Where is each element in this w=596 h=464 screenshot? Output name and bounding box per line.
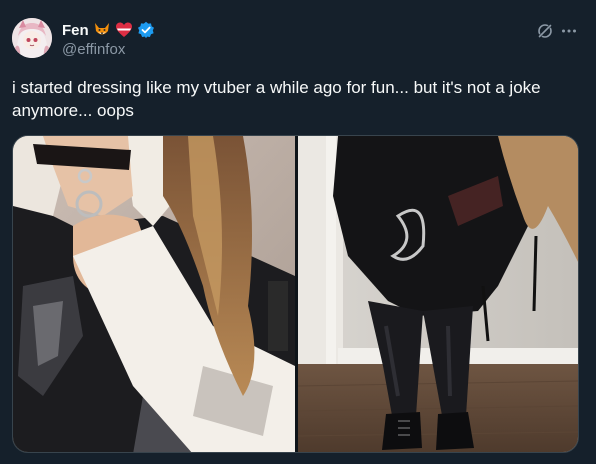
display-name[interactable]: Fen bbox=[62, 22, 89, 39]
more-icon[interactable] bbox=[560, 22, 578, 40]
grok-icon[interactable] bbox=[536, 22, 554, 40]
tweet: Fen @effinfox i started dressing like my… bbox=[0, 0, 596, 464]
fox-emoji-icon bbox=[93, 21, 111, 39]
author-handle[interactable]: @effinfox bbox=[62, 41, 125, 58]
tweet-text: i started dressing like my vtuber a whil… bbox=[12, 78, 541, 120]
heart-emoji-icon bbox=[115, 21, 133, 39]
verified-badge-icon[interactable] bbox=[137, 21, 155, 39]
photo-tights-boots[interactable] bbox=[298, 136, 578, 452]
author-name-row: Fen bbox=[62, 20, 155, 40]
avatar[interactable] bbox=[12, 18, 52, 58]
photo-choker-shirt[interactable] bbox=[13, 136, 295, 452]
media-grid bbox=[12, 135, 579, 453]
